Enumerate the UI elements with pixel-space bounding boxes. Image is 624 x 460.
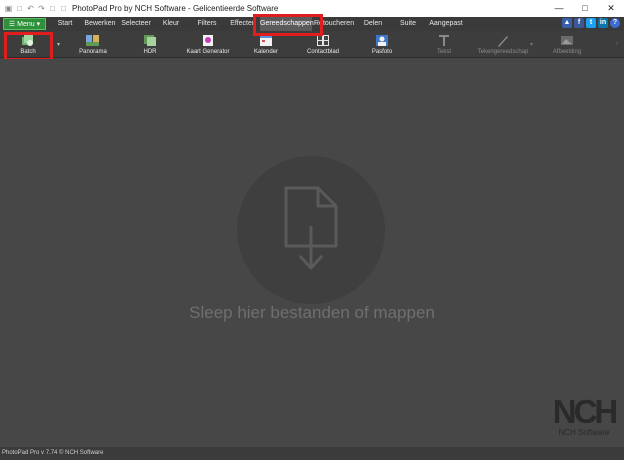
draw-tool-dropdown-chevron-icon[interactable]: ▾ xyxy=(530,41,533,48)
nch-branding: NCH NCH Software xyxy=(548,393,620,437)
linkedin-icon[interactable]: in xyxy=(598,18,608,28)
twitter-icon[interactable]: t xyxy=(586,18,596,28)
tab-selecteer[interactable]: Selecteer xyxy=(121,17,151,31)
hdr-button[interactable]: HDR xyxy=(137,31,163,58)
copy-icon[interactable]: □ xyxy=(59,4,68,13)
passport-photo-button[interactable]: Pasfoto xyxy=(368,31,396,58)
hdr-icon xyxy=(144,35,156,46)
undo-icon[interactable]: ↶ xyxy=(26,4,35,13)
maximize-button[interactable]: □ xyxy=(572,0,598,17)
contact-sheet-button[interactable]: Contactblad xyxy=(304,31,342,58)
tab-start[interactable]: Start xyxy=(53,17,77,31)
card-generator-label: Kaart Generator xyxy=(186,49,230,55)
tab-bewerken[interactable]: Bewerken xyxy=(84,17,116,31)
batch-icon xyxy=(22,35,33,46)
status-bar: PhotoPad Pro v 7.74 © NCH Software xyxy=(0,447,624,460)
drop-circle xyxy=(237,156,385,304)
tab-suite[interactable]: Suite xyxy=(398,17,418,31)
batch-dropdown-chevron-icon[interactable]: ▾ xyxy=(57,41,60,48)
passport-photo-icon xyxy=(376,35,388,46)
panorama-button[interactable]: Panorama xyxy=(76,31,110,58)
chevron-down-icon: ▾ xyxy=(36,21,41,28)
draw-tool-label: Tekengereedschap xyxy=(477,49,529,55)
card-generator-button[interactable]: Kaart Generator xyxy=(183,31,233,58)
quick-access-toolbar: ▣ □ ↶ ↷ □ □ xyxy=(4,4,68,13)
card-generator-icon xyxy=(203,35,213,46)
help-icon[interactable]: ? xyxy=(610,18,620,28)
drop-zone[interactable]: Sleep hier bestanden of mappen NCH NCH S… xyxy=(0,59,624,447)
contact-sheet-label: Contactblad xyxy=(306,49,340,55)
tab-gereedschappen[interactable]: Gereedschappen xyxy=(260,17,314,31)
hdr-label: HDR xyxy=(143,49,157,55)
contact-sheet-icon xyxy=(317,35,329,46)
panorama-label: Panorama xyxy=(79,49,107,55)
panorama-icon xyxy=(86,35,99,46)
minimize-button[interactable]: — xyxy=(546,0,572,17)
window-title: PhotoPad Pro by NCH Software - Gelicenti… xyxy=(72,4,279,13)
window-controls: — □ ✕ xyxy=(546,0,624,17)
tab-retoucheren[interactable]: Retoucheren xyxy=(314,17,354,31)
tab-delen[interactable]: Delen xyxy=(362,17,384,31)
drop-instruction-text: Sleep hier bestanden of mappen xyxy=(189,303,435,322)
image-icon xyxy=(561,36,573,45)
thumbs-up-icon[interactable]: ▲ xyxy=(562,18,572,28)
calendar-label: Kalender xyxy=(253,49,279,55)
calendar-button[interactable]: Kalender xyxy=(250,31,282,58)
draw-tool-icon xyxy=(498,36,508,47)
file-drop-icon xyxy=(284,186,338,270)
status-text: PhotoPad Pro v 7.74 © NCH Software xyxy=(2,450,104,456)
redo-icon[interactable]: ↷ xyxy=(37,4,46,13)
hamburger-icon: ☰ xyxy=(8,21,16,28)
toolbar-overflow-icon[interactable]: › xyxy=(616,41,618,47)
new-icon[interactable]: □ xyxy=(48,4,57,13)
nch-logo: NCH xyxy=(552,393,619,430)
tab-effecten[interactable]: Effecten xyxy=(228,17,258,31)
text-label: Tekst xyxy=(436,49,451,55)
social-links: ▲ f t in ? xyxy=(562,18,620,28)
calendar-icon xyxy=(260,35,272,46)
menu-label: Menu xyxy=(17,20,35,28)
image-label: Afbeelding xyxy=(552,49,582,55)
close-button[interactable]: ✕ xyxy=(598,0,624,17)
nch-subtitle: NCH Software xyxy=(558,428,610,437)
facebook-icon[interactable]: f xyxy=(574,18,584,28)
tools-toolbar: Batch ▾ Panorama HDR Kaart Generator Kal… xyxy=(0,31,624,58)
batch-button[interactable]: Batch xyxy=(8,31,48,58)
tab-aangepast[interactable]: Aangepast xyxy=(428,17,464,31)
tab-filters[interactable]: Filters xyxy=(195,17,219,31)
tab-kleur[interactable]: Kleur xyxy=(160,17,182,31)
save-icon[interactable]: □ xyxy=(15,4,24,13)
image-button[interactable]: Afbeelding xyxy=(548,31,586,58)
passport-photo-label: Pasfoto xyxy=(371,49,393,55)
draw-tool-button[interactable]: Tekengereedschap xyxy=(474,31,532,58)
text-icon xyxy=(439,35,449,46)
menu-button[interactable]: ☰ Menu ▾ xyxy=(3,18,46,30)
title-bar: ▣ □ ↶ ↷ □ □ PhotoPad Pro by NCH Software… xyxy=(0,0,624,17)
text-button[interactable]: Tekst xyxy=(430,31,458,58)
batch-label: Batch xyxy=(20,49,36,55)
ribbon-tab-bar: ☰ Menu ▾ Start Bewerken Selecteer Kleur … xyxy=(0,17,624,31)
app-icon[interactable]: ▣ xyxy=(4,4,13,13)
